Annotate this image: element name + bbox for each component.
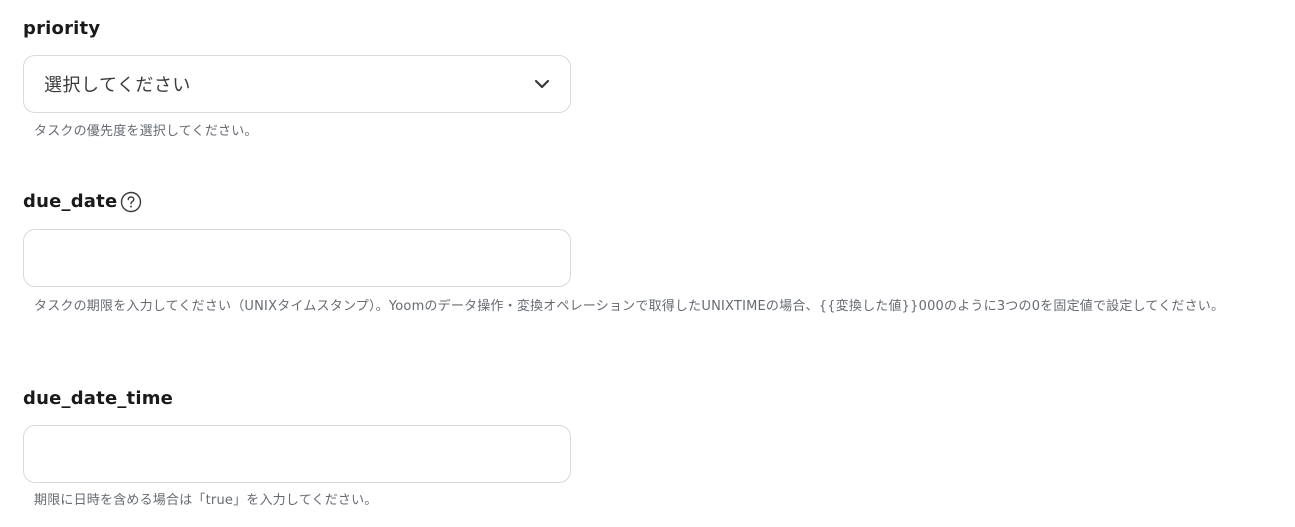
due-date-input[interactable]	[23, 229, 571, 287]
priority-help-text: タスクの優先度を選択してください。	[34, 124, 258, 139]
due-date-time-help-text: 期限に日時を含める場合は「true」を入力してください。	[34, 493, 378, 508]
due-date-time-label: due_date_time	[23, 387, 1283, 411]
chevron-down-icon	[532, 74, 552, 94]
due-date-time-field: due_date_time 期限に日時を含める場合は「true」を入力してくださ…	[23, 387, 1283, 508]
due-date-label: due_date	[23, 190, 1283, 214]
due-date-help-text: タスクの期限を入力してください（UNIXタイムスタンプ）。Yoomのデータ操作・…	[34, 299, 1225, 314]
due-date-time-label-text: due_date_time	[23, 388, 174, 409]
due-date-field: due_date タスクの期限を入力してください（UNIXタイムスタンプ）。Yo…	[23, 190, 1283, 314]
priority-label-text: priority	[23, 18, 101, 39]
priority-label: priority	[23, 17, 1283, 41]
priority-field: priority 選択してください タスクの優先度を選択してください。	[23, 17, 1283, 139]
priority-select-value: 選択してください	[44, 75, 191, 96]
due-date-time-input[interactable]	[23, 425, 571, 483]
priority-select[interactable]: 選択してください	[23, 55, 571, 113]
due-date-label-text: due_date	[23, 191, 118, 212]
question-circle-icon[interactable]	[120, 191, 142, 213]
